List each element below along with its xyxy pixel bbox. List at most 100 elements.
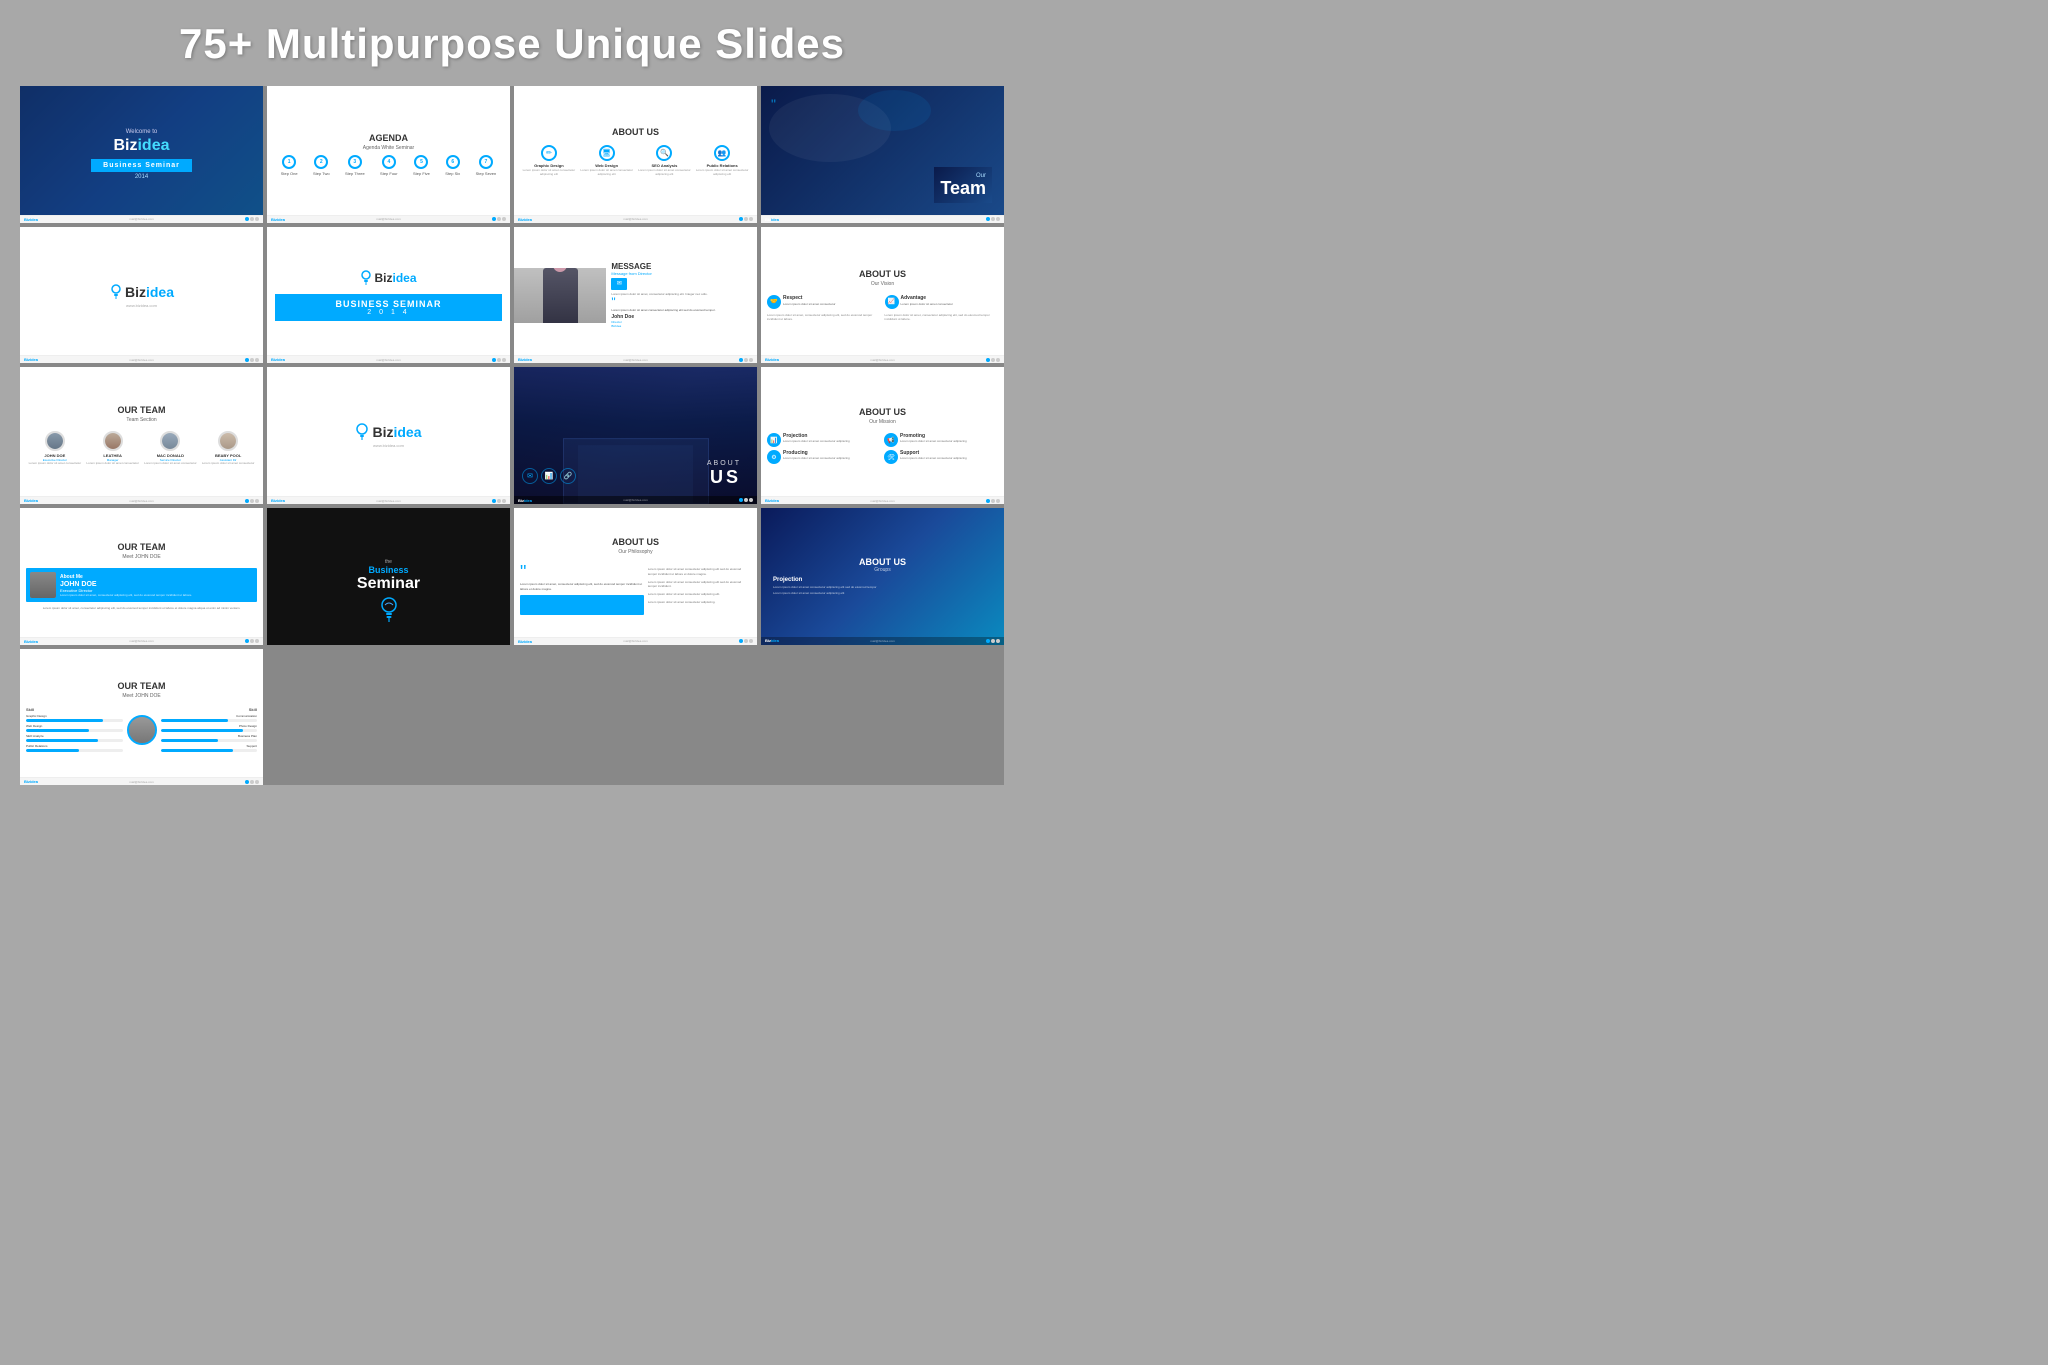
slide4-footer: Bizidea mail@bizidea.com <box>761 215 1004 223</box>
slide-9-our-team[interactable]: OUR TEAM Team Section JOHN DOE Executive… <box>20 367 263 504</box>
slide11-about-text: ABOUT US <box>707 460 741 488</box>
step-7: 7 Step Seven <box>476 155 497 176</box>
slide-1-welcome[interactable]: Welcome to Bizidea Business Seminar 2014… <box>20 86 263 223</box>
slide-7-message[interactable]: MESSAGE Message from Director ✉ Lorem ip… <box>514 227 757 364</box>
slide-12-about-mission[interactable]: ABOUT US Our Mission 📊 Projection Lorem … <box>761 367 1004 504</box>
slide-11-about-dark[interactable]: ABOUT US ✉ 📊 🔗 Bizidea mail@bizidea.com <box>514 367 757 504</box>
skill-graphic: Graphic Design <box>26 714 123 722</box>
slide-6-biz-seminar[interactable]: Bizidea BUSINESS SEMINAR 2 0 1 4 Bizidea… <box>267 227 510 364</box>
step-3: 3 Step Three <box>345 155 365 176</box>
about-col-left: 🤝 Respect Lorem ipsum dolor sit amet con… <box>767 295 881 321</box>
slide-2-agenda[interactable]: AGENDA Agenda White Seminar 1 Step One 2… <box>267 86 510 223</box>
slide-13-our-team-meet[interactable]: OUR TEAM Meet JOHN DOE About Me JOHN DOE… <box>20 508 263 645</box>
step-5: 5 Step Five <box>413 155 430 176</box>
member-beaby: BEABY POOL Assistant Dir Lorem ipsum dol… <box>202 431 255 466</box>
footer-info: mail@bizidea.com <box>129 217 154 221</box>
slide1-bar: Business Seminar <box>91 159 192 172</box>
slide6-footer: Bizidea mail@bizidea.com <box>267 355 510 363</box>
skills-left: Skill Graphic Design Web Design SEO Anal… <box>26 707 123 754</box>
slide11-tech-icons: ✉ 📊 🔗 <box>522 468 636 484</box>
slide13-title: OUR TEAM <box>118 542 166 552</box>
skill-pr: Public Relations <box>26 744 123 752</box>
slide7-footer: Bizidea mail@bizidea.com <box>514 355 757 363</box>
slides-grid: Welcome to Bizidea Business Seminar 2014… <box>20 86 1004 785</box>
slide-5-bizidea[interactable]: Bizidea www.bizidea.com Bizidea mail@biz… <box>20 227 263 364</box>
chat-bubble-icon: ✉ <box>611 278 627 290</box>
slide12-title: ABOUT US <box>859 407 906 417</box>
slide2-subtitle: Agenda White Seminar <box>363 145 414 151</box>
slide15-subtitle: Our Philosophy <box>618 549 652 555</box>
slide-15-about-philosophy[interactable]: ABOUT US Our Philosophy " Lorem ipsum do… <box>514 508 757 645</box>
slide7-person <box>514 268 606 323</box>
slide2-steps: 1 Step One 2 Step Two 3 Step Three 4 Ste… <box>273 155 504 176</box>
icon-seo: 🔍 SEO Analysis Lorem ipsum dolor sit ame… <box>636 145 694 177</box>
slide10-logo: Bizidea <box>355 423 421 441</box>
mission-promoting: 📢 Promoting Lorem ipsum dolor sit amet c… <box>884 433 998 447</box>
slide9-title: OUR TEAM <box>118 405 166 415</box>
slide8-cols: 🤝 Respect Lorem ipsum dolor sit amet con… <box>767 295 998 321</box>
skill-seo: SEO Analyze <box>26 734 123 742</box>
about-item-advantage: 📈 Advantage Lorem ipsum dolor sit amet c… <box>885 295 999 309</box>
slide13-desc: Lorem ipsum dolor sit amet, consectetur … <box>41 606 243 610</box>
slide-14-business-seminar-dark[interactable]: the Business Seminar <box>267 508 510 645</box>
profile-info: About Me JOHN DOE Executive Director Lor… <box>60 574 253 597</box>
slide15-content: " Lorem ipsum dolor sit amet, consectetu… <box>520 563 751 615</box>
skill-support: Support <box>161 744 258 752</box>
slide-4-our-team-dark[interactable]: Our Team " Bizidea mail@bizidea.com <box>761 86 1004 223</box>
step-1: 1 Step One <box>281 155 298 176</box>
slide11-footer: Bizidea mail@bizidea.com <box>514 496 757 504</box>
step-6: 6 Step Six <box>445 155 460 176</box>
mission-support: 🛠 Support Lorem ipsum dolor sit amet con… <box>884 450 998 464</box>
skills-right: Skill Communication Photo Design Busines… <box>161 707 258 754</box>
footer-logo: Bizidea <box>24 217 38 222</box>
member-mac: MAC DONALD Service Director Lorem ipsum … <box>144 431 197 466</box>
about-col-right: 📈 Advantage Lorem ipsum dolor sit amet c… <box>885 295 999 321</box>
slide4-team-text: Our Team <box>934 167 992 203</box>
slide-3-about-us[interactable]: ABOUT US ✏ Graphic Design Lorem ipsum do… <box>514 86 757 223</box>
mission-projection: 📊 Projection Lorem ipsum dolor sit amet … <box>767 433 881 447</box>
slide3-icons: ✏ Graphic Design Lorem ipsum dolor sit a… <box>520 145 751 177</box>
slide13-footer: Bizidea mail@bizidea.com <box>20 637 263 645</box>
slide17-title: OUR TEAM <box>118 681 166 691</box>
slide12-subtitle: Our Mission <box>869 419 896 425</box>
slide16-projection: Projection Lorem ipsum dolor sit amet co… <box>773 577 992 595</box>
slide-17-our-team-skills[interactable]: OUR TEAM Meet JOHN DOE Skill Graphic Des… <box>20 649 263 786</box>
slide2-footer: Bizidea mail@bizidea.com <box>267 215 510 223</box>
icon-pr: 👥 Public Relations Lorem ipsum dolor sit… <box>693 145 751 177</box>
about-item-respect: 🤝 Respect Lorem ipsum dolor sit amet con… <box>767 295 881 309</box>
skill-photo: Photo Design <box>161 724 258 732</box>
slide6-bar: BUSINESS SEMINAR 2 0 1 4 <box>275 294 502 321</box>
footer-dots <box>245 217 259 221</box>
slide3-footer: Bizidea mail@bizidea.com <box>514 215 757 223</box>
slide5-footer: Bizidea mail@bizidea.com <box>20 355 263 363</box>
slide7-content: MESSAGE Message from Director ✉ Lorem ip… <box>606 257 757 333</box>
slide9-members: JOHN DOE Executive Director Lorem ipsum … <box>26 431 257 466</box>
slide-16-about-groups[interactable]: ABOUT US Groups Projection Lorem ipsum d… <box>761 508 1004 645</box>
slide15-title: ABOUT US <box>612 537 659 547</box>
skill-web: Web Design <box>26 724 123 732</box>
slide-10-bizidea-blank[interactable]: Bizidea www.bizidea.com Bizidea mail@biz… <box>267 367 510 504</box>
slide17-skills: Skill Graphic Design Web Design SEO Anal… <box>26 707 257 754</box>
skill-biz: Business Plan <box>161 734 258 742</box>
slide5-url: www.bizidea.com <box>126 303 157 308</box>
profile-photo <box>30 572 56 598</box>
mission-producing: ⚙ Producing Lorem ipsum dolor sit amet c… <box>767 450 881 464</box>
step-2: 2 Step Two <box>313 155 330 176</box>
icon-web-design: 🖥 Web Design Lorem ipsum dolor sit amet … <box>578 145 636 177</box>
skill-comm: Communication <box>161 714 258 722</box>
slide12-items: 📊 Projection Lorem ipsum dolor sit amet … <box>767 433 998 464</box>
slide8-subtitle: Our Vision <box>871 281 894 287</box>
skills-center-photo <box>127 715 157 745</box>
philosophy-right: Lorem ipsum dolor sit amet consectetur a… <box>648 563 751 615</box>
slide6-logo: Bizidea <box>360 270 416 286</box>
slide5-logo: Bizidea <box>109 283 174 301</box>
lightbulb-icon-large <box>379 597 399 625</box>
member-john: JOHN DOE Executive Director Lorem ipsum … <box>29 431 82 466</box>
slide14-logo: the Business Seminar <box>357 559 420 593</box>
slide3-title: ABOUT US <box>612 127 659 137</box>
slide9-footer: Bizidea mail@bizidea.com <box>20 496 263 504</box>
slide16-subtitle: Groups <box>773 567 992 573</box>
philosophy-left: " Lorem ipsum dolor sit amet, consectetu… <box>520 563 644 615</box>
slide8-title: ABOUT US <box>859 269 906 279</box>
slide-8-about-vision[interactable]: ABOUT US Our Vision 🤝 Respect Lorem ipsu… <box>761 227 1004 364</box>
